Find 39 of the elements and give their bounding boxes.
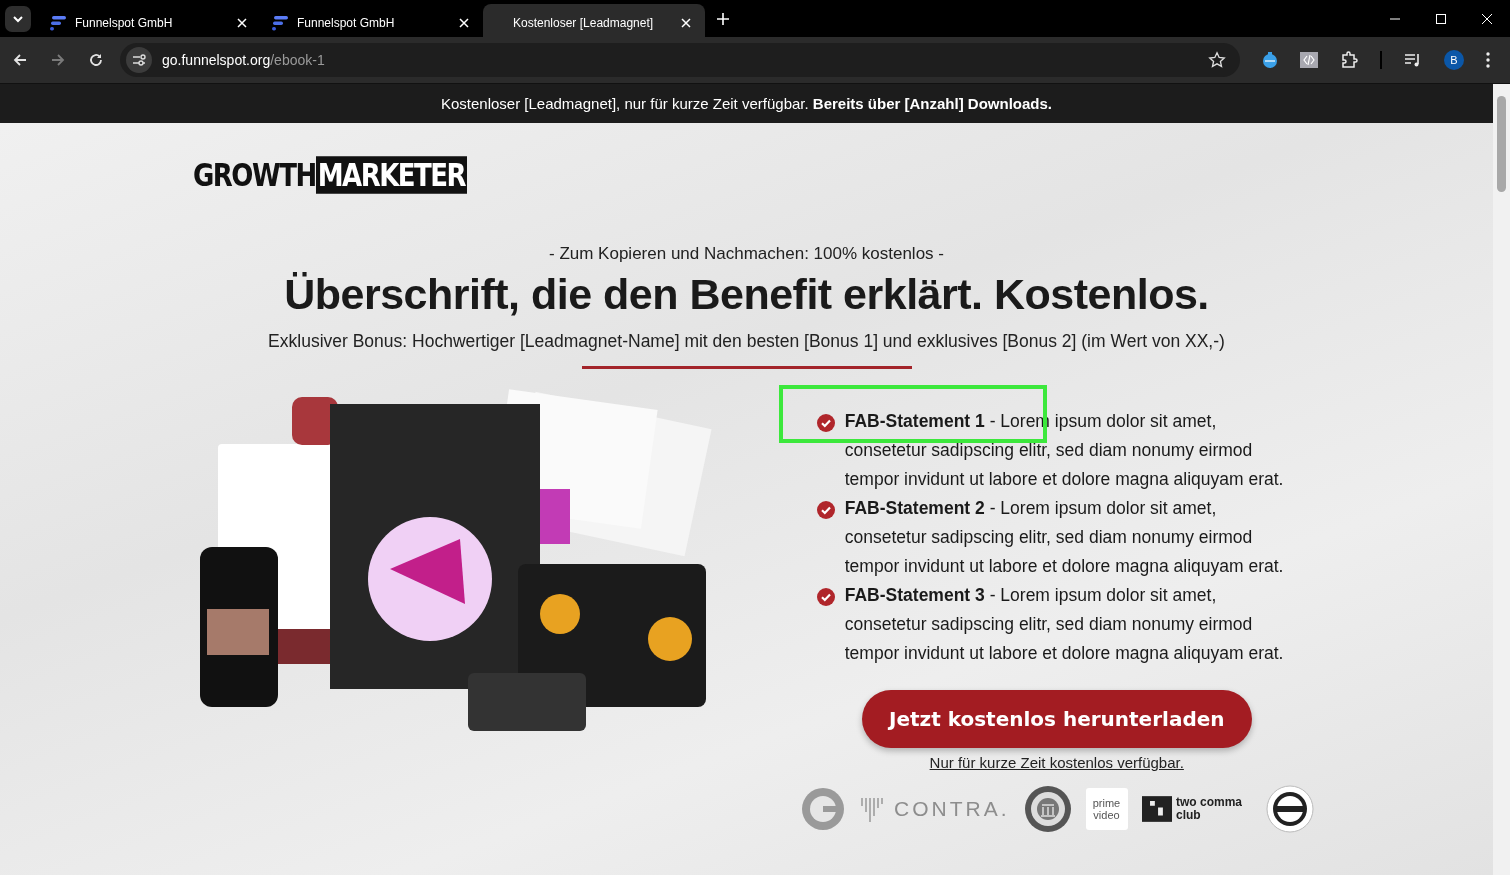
g-logo bbox=[800, 786, 846, 832]
close-icon[interactable] bbox=[1481, 12, 1493, 25]
media-queue-icon[interactable] bbox=[1404, 52, 1422, 68]
new-tab-icon[interactable] bbox=[717, 12, 729, 25]
availability-link[interactable]: Nur für kurze Zeit kostenlos verfügbar. bbox=[929, 754, 1184, 771]
browser-tab[interactable]: Funnelspot GmbH bbox=[39, 8, 261, 37]
contra-logo: CONTRA. bbox=[860, 796, 1010, 822]
menu-icon[interactable] bbox=[1486, 52, 1490, 68]
download-button[interactable]: Jetzt kostenlos herunterladen bbox=[861, 690, 1252, 748]
close-icon[interactable] bbox=[681, 17, 691, 28]
caret-icon bbox=[12, 14, 24, 23]
address-bar[interactable]: go.funnelspot.org/ebook-1 bbox=[120, 43, 1240, 77]
browser-tab[interactable]: Funnelspot GmbH bbox=[261, 8, 483, 37]
benefit-statement: FAB-Statement 2 - Lorem ipsum dolor sit amet, consetetur sadipscing elitr, sed diam nonumy eirmod tempor invidunt ut labore et dolore magna aliquyam erat. bbox=[844, 497, 1285, 578]
bookmark-star-icon[interactable] bbox=[1208, 51, 1226, 69]
close-icon[interactable] bbox=[459, 17, 469, 28]
seal-logo bbox=[1023, 785, 1072, 833]
check-icon bbox=[816, 414, 835, 432]
profile-avatar[interactable]: B bbox=[1444, 50, 1464, 70]
scrollbar[interactable] bbox=[1493, 84, 1510, 875]
back-icon[interactable] bbox=[12, 52, 28, 68]
kicker-text: - Zum Kopieren und Nachmachen: 100% kostenlos - bbox=[549, 244, 944, 264]
headline: Überschrift, die den Benefit erklärt. Kostenlos. bbox=[284, 270, 1209, 319]
prime-video-logo: prime video bbox=[1085, 788, 1128, 830]
benefit-statement: FAB-Statement 3 - Lorem ipsum dolor sit amet, consetetur sadipscing elitr, sed diam nonumy eirmod tempor invidunt ut labore et dolore magna aliquyam erat. bbox=[844, 584, 1285, 665]
two-comma-club-logo: two comma club bbox=[1141, 793, 1252, 825]
ring-logo bbox=[1265, 785, 1314, 833]
maximize-icon[interactable] bbox=[1435, 12, 1447, 25]
site-settings-icon[interactable] bbox=[126, 47, 152, 73]
close-icon[interactable] bbox=[237, 17, 247, 28]
check-icon bbox=[816, 501, 835, 519]
extension-icon[interactable] bbox=[1262, 51, 1278, 69]
logo: GROWTHMARKETER bbox=[193, 156, 468, 194]
announcement-banner: Kostenloser [Leadmagnet], nur für kurze Zeit verfügbar. Bereits über [Anzahl] Downloads. bbox=[0, 84, 1493, 123]
extensions-icon[interactable] bbox=[1340, 51, 1358, 69]
subheadline: Exklusiver Bonus: Hochwertiger [Leadmagnet-Name] mit den besten [Bonus 1] und exklusives [Bonus 2] (im Wert von XX,-) bbox=[268, 331, 1225, 352]
tab-list-button[interactable] bbox=[5, 5, 31, 32]
check-icon bbox=[816, 588, 835, 606]
reload-icon[interactable] bbox=[88, 52, 104, 68]
